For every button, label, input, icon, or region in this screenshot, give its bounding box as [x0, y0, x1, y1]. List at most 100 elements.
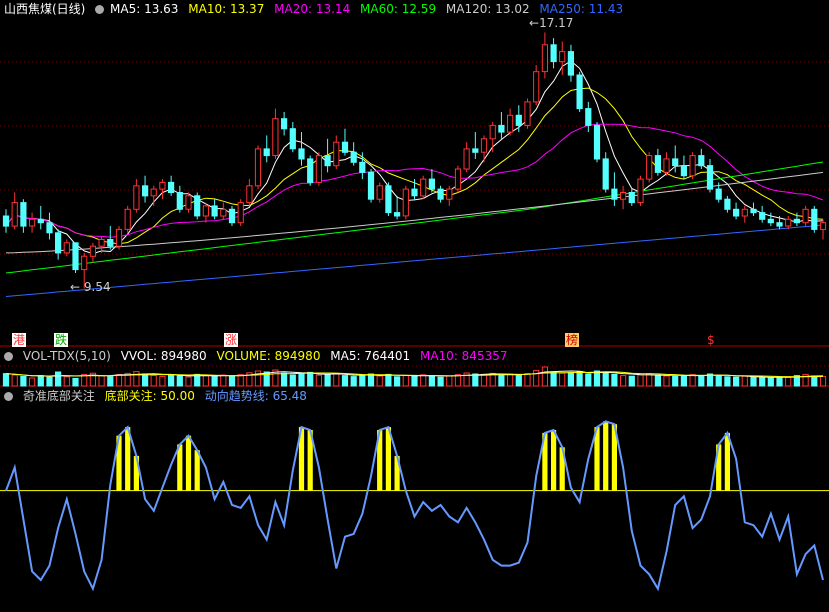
candle-body	[741, 208, 748, 217]
candle-body	[194, 195, 201, 217]
volume-bar	[628, 375, 635, 387]
volume-bar	[698, 374, 705, 387]
candle-body	[759, 212, 766, 220]
event-tag-hk[interactable]: 港	[12, 333, 27, 347]
volume-bar	[254, 370, 262, 387]
volume-bar	[150, 374, 157, 387]
volume-bar	[715, 375, 722, 387]
volume-bar	[750, 376, 757, 387]
candle-body	[689, 155, 696, 177]
volume-bar	[672, 375, 679, 387]
candle-body	[367, 171, 375, 200]
candle-body	[324, 155, 331, 167]
menu-circle-icon[interactable]	[95, 5, 105, 14]
candle-body	[776, 222, 783, 227]
candle-body	[524, 101, 531, 126]
event-tag-list[interactable]: 榜	[565, 333, 580, 347]
volume-bar	[176, 375, 183, 387]
candle-body	[333, 141, 340, 167]
volume-bar	[37, 375, 44, 387]
volume-bar	[576, 371, 583, 387]
candle-body	[20, 202, 27, 227]
volume-bar	[63, 376, 70, 387]
volume-bar	[811, 375, 818, 387]
candle-body	[385, 185, 392, 214]
main-title: 山西焦煤(日线)	[4, 2, 86, 16]
candle-body	[72, 242, 79, 271]
candle-body	[359, 161, 366, 173]
volume-bar	[315, 374, 322, 387]
candle-body	[115, 228, 123, 247]
ma120-label: MA120: 13.02	[445, 2, 530, 16]
volume-bar	[706, 373, 714, 387]
indicator-bar	[603, 421, 609, 491]
volume-bar	[72, 377, 79, 387]
candle-body	[376, 185, 383, 200]
volume-bar	[524, 373, 531, 387]
candle-body	[593, 124, 601, 160]
candle-body	[819, 222, 827, 230]
volume-bar	[567, 372, 574, 387]
volume-bar	[55, 371, 62, 387]
indicator-bar	[724, 432, 730, 491]
ma5-label: MA5: 13.63	[110, 2, 179, 16]
volume-bar	[733, 376, 740, 387]
volume-bar	[367, 373, 375, 387]
main-header: 山西焦煤(日线) MA5: 13.63 MA10: 13.37 MA20: 13…	[4, 1, 629, 17]
candle-body	[472, 148, 479, 153]
indicator-bar	[177, 444, 183, 491]
indicator-title: 奇准底部关注	[22, 389, 95, 403]
candle-body	[402, 188, 409, 217]
candle-body	[541, 44, 548, 73]
indicator-bar	[194, 450, 200, 491]
volume-bar	[350, 376, 357, 387]
volume-bar	[324, 373, 331, 387]
volume-bar	[411, 375, 418, 387]
volume-bar	[498, 374, 505, 387]
candle-body	[202, 205, 210, 217]
vol-ma5-label: MA5: 764401	[330, 349, 411, 363]
candle-body	[750, 208, 757, 214]
event-tag-dollar[interactable]: $	[707, 333, 715, 347]
volume-bar	[2, 373, 10, 387]
indicator-header: 奇准底部关注 底部关注: 50.00 动向趋势线: 65.48	[4, 388, 313, 404]
candle-body	[428, 178, 435, 190]
candle-body	[46, 222, 53, 234]
volume-bar	[776, 376, 783, 387]
volume-bar	[168, 374, 175, 387]
candle-body	[567, 51, 574, 76]
volume-bar	[620, 375, 627, 387]
indicator-menu-circle-icon[interactable]	[4, 392, 13, 401]
candle-body	[263, 148, 270, 157]
candle-body	[159, 181, 166, 190]
candle-body	[550, 44, 557, 63]
volume-menu-circle-icon[interactable]	[4, 352, 13, 361]
candle-body	[724, 198, 731, 210]
event-tag-up[interactable]: 涨	[224, 333, 239, 347]
candle-body	[176, 192, 183, 210]
volume-bar	[385, 373, 392, 387]
candle-body	[628, 192, 635, 204]
volume-title: VOL-TDX(5,10)	[22, 349, 111, 363]
volume-bar	[185, 376, 192, 387]
candle-body	[228, 208, 236, 224]
indicator-bar	[551, 430, 557, 491]
candle-body	[793, 218, 800, 224]
event-tag-down[interactable]: 跌	[54, 333, 69, 347]
volume-bar	[115, 374, 123, 387]
volume-bar	[819, 375, 827, 387]
volume-bar	[663, 375, 670, 387]
candle-body	[246, 185, 253, 204]
candle-body	[767, 218, 774, 224]
candle-body	[437, 188, 444, 200]
candle-body	[446, 188, 453, 200]
volume-bar	[454, 374, 462, 387]
ma10-label: MA10: 13.37	[188, 2, 265, 16]
volume-bar	[142, 373, 149, 387]
candle-body	[715, 188, 722, 200]
candle-body	[272, 118, 279, 157]
candle-body	[2, 215, 10, 227]
candle-body	[680, 165, 687, 177]
candle-body	[802, 208, 809, 224]
candle-body	[150, 188, 157, 197]
